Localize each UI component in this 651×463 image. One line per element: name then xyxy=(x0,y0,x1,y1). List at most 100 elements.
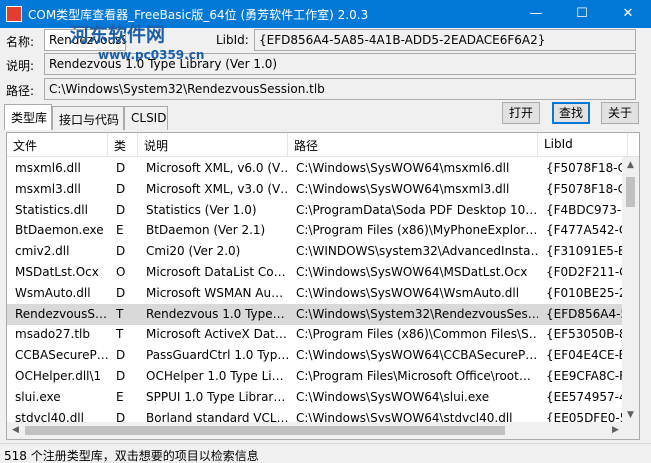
cell-file: cmiv2.dll xyxy=(15,244,70,259)
cell-path: C:\Windows\System32\RendezvousSes… xyxy=(296,306,538,321)
window-title: COM类型库查看器_FreeBasic版_64位 (勇芳软件工作室) 2.0.3 xyxy=(28,8,369,22)
cell-path: C:\Windows\SysWOW64\WsmAuto.dll xyxy=(296,285,520,300)
cell-file: RendezvousS… xyxy=(15,306,108,321)
cell-description: BtDaemon (Ver 2.1) xyxy=(146,223,266,238)
cell-class: T xyxy=(116,327,124,342)
tab-interfaces-code[interactable]: 接口与代码 xyxy=(52,106,124,130)
table-row[interactable]: msxml3.dll D Microsoft XML, v3.0 (V… C:\Win… xyxy=(7,179,628,200)
table-row[interactable]: MSDatLst.Ocx O Microsoft DataList Co… C:\Wi… xyxy=(7,262,628,283)
maximize-button[interactable]: ☐ xyxy=(559,0,605,28)
status-bar: 518 个注册类型库，双击想要的项目以检索信息 xyxy=(0,443,651,463)
cell-libid: {F010BE25-29… xyxy=(546,285,628,300)
table-row[interactable]: WsmAuto.dll D Microsoft WSMAN Au… C:\Window… xyxy=(7,283,628,304)
cell-path: C:\WINDOWS\system32\AdvancedInsta… xyxy=(296,244,538,259)
cell-description: PassGuardCtrl 1.0 Typ… xyxy=(146,348,288,363)
cell-file: msado27.tlb xyxy=(15,327,90,342)
table-row[interactable]: msxml6.dll D Microsoft XML, v6.0 (V… C:\Win… xyxy=(7,158,628,179)
cell-class: T xyxy=(116,306,124,321)
cell-libid: {F477A542-C… xyxy=(546,223,628,238)
scroll-left-icon[interactable]: ◀ xyxy=(7,422,24,439)
horizontal-scroll-thumb[interactable] xyxy=(25,426,505,435)
scroll-up-icon[interactable]: ▲ xyxy=(622,157,639,174)
name-field[interactable]: RendezvousSe xyxy=(44,29,126,51)
cell-class: E xyxy=(116,389,124,404)
libid-label: LibId: xyxy=(216,33,249,47)
path-label: 路径: xyxy=(6,84,35,98)
cell-libid: {F5078F18-C5… xyxy=(546,161,628,175)
description-label: 说明: xyxy=(6,59,35,73)
cell-description: Rendezvous 1.0 Type… xyxy=(146,306,285,321)
list-header: 文件 类 说明 路径 LibId xyxy=(7,133,639,157)
cell-libid: {F5078F18-C5… xyxy=(546,181,628,196)
path-field[interactable]: C:\Windows\System32\RendezvousSession.tl… xyxy=(44,78,636,100)
cell-file: BtDaemon.exe xyxy=(15,223,104,238)
cell-class: D xyxy=(116,285,126,300)
table-row[interactable]: BtDaemon.exe E BtDaemon (Ver 2.1) C:\Progra… xyxy=(7,220,628,241)
cell-description: Statistics (Ver 1.0) xyxy=(146,202,257,217)
cell-class: D xyxy=(116,161,126,175)
cell-description: Microsoft DataList Co… xyxy=(146,265,286,279)
cell-path: C:\Windows\SysWOW64\slui.exe xyxy=(296,389,490,404)
cell-class: O xyxy=(116,265,126,279)
table-row[interactable]: OCHelper.dll\1 D OCHelper 1.0 Type Li… C:\P… xyxy=(7,366,628,387)
minimize-button[interactable]: — xyxy=(513,0,559,28)
table-row[interactable]: CCBASecureP… D PassGuardCtrl 1.0 Typ… C:\Wi… xyxy=(7,345,628,366)
table-row[interactable]: slui.exe E SPPUI 1.0 Type Librar… C:\Window… xyxy=(7,387,628,408)
cell-file: Statistics.dll xyxy=(15,202,88,217)
vertical-scroll-thumb[interactable] xyxy=(626,177,635,207)
title-bar: COM类型库查看器_FreeBasic版_64位 (勇芳软件工作室) 2.0.3… xyxy=(0,0,651,28)
cell-description: Microsoft WSMAN Au… xyxy=(146,285,284,300)
vertical-scrollbar[interactable]: ▲ ▼ xyxy=(622,157,639,424)
cell-path: C:\Windows\SysWOW64\msxml6.dll xyxy=(296,161,510,175)
table-row[interactable]: Statistics.dll D Statistics (Ver 1.0) C:\Pr… xyxy=(7,200,628,221)
cell-class: D xyxy=(116,348,126,363)
column-header-class[interactable]: 类 xyxy=(108,133,138,157)
cell-file: OCHelper.dll\1 xyxy=(15,369,102,383)
cell-file: CCBASecureP… xyxy=(15,348,108,363)
cell-libid: {F31091E5-B0… xyxy=(546,244,628,259)
libid-field[interactable]: {EFD856A4-5A85-4A1B-ADD5-2EADACE6F6A2} xyxy=(254,29,636,51)
cell-class: D xyxy=(116,244,126,259)
cell-path: C:\Program Files (x86)\MyPhoneExplor… xyxy=(296,223,538,238)
about-button[interactable]: 关于 xyxy=(601,102,639,124)
cell-path: C:\Windows\SysWOW64\CCBASecureP… xyxy=(296,348,538,363)
column-header-file[interactable]: 文件 xyxy=(7,133,108,157)
cell-file: msxml6.dll xyxy=(15,161,81,175)
description-field[interactable]: Rendezvous 1.0 Type Library (Ver 1.0) xyxy=(44,53,636,75)
find-button[interactable]: 查找 xyxy=(552,102,590,124)
horizontal-scrollbar[interactable]: ◀ ▶ xyxy=(7,422,624,439)
cell-file: MSDatLst.Ocx xyxy=(15,265,99,279)
cell-class: E xyxy=(116,223,124,238)
cell-description: Microsoft ActiveX Dat… xyxy=(146,327,287,342)
cell-file: msxml3.dll xyxy=(15,181,81,196)
cell-libid: {EFD856A4-5… xyxy=(546,306,628,321)
column-header-description[interactable]: 说明 xyxy=(138,133,288,157)
table-row[interactable]: msado27.tlb T Microsoft ActiveX Dat… C:\Pro… xyxy=(7,324,628,345)
type-library-list[interactable]: 文件 类 说明 路径 LibId msxml6.dll D Microsoft XM… xyxy=(6,132,640,440)
cell-file: slui.exe xyxy=(15,389,61,404)
tab-clsid[interactable]: CLSID xyxy=(124,106,168,130)
scroll-corner xyxy=(622,422,639,439)
cell-class: D xyxy=(116,202,126,217)
cell-libid: {F0D2F211-C… xyxy=(546,265,628,279)
column-header-path[interactable]: 路径 xyxy=(288,133,538,157)
cell-path: C:\Windows\SysWOW64\msxml3.dll xyxy=(296,181,510,196)
cell-libid: {EE9CFA8C-F… xyxy=(546,369,628,383)
cell-path: C:\Windows\SysWOW64\MSDatLst.Ocx xyxy=(296,265,528,279)
table-row[interactable]: cmiv2.dll D Cmi20 (Ver 2.0) C:\WINDOWS\syst… xyxy=(7,241,628,262)
cell-path: C:\Program Files\Microsoft Office\root… xyxy=(296,369,531,383)
cell-class: D xyxy=(116,369,126,383)
cell-path: C:\Program Files (x86)\Common Files\S… xyxy=(296,327,538,342)
cell-libid: {F4BDC973-C… xyxy=(546,202,628,217)
tab-type-library[interactable]: 类型库 xyxy=(4,104,52,130)
column-header-libid[interactable]: LibId xyxy=(538,133,628,157)
cell-file: WsmAuto.dll xyxy=(15,285,91,300)
name-label: 名称: xyxy=(6,35,35,49)
cell-description: SPPUI 1.0 Type Librar… xyxy=(146,389,286,404)
table-row[interactable]: RendezvousS… T Rendezvous 1.0 Type… C:\Wind… xyxy=(7,303,628,325)
close-button[interactable]: ✕ xyxy=(605,0,651,28)
cell-libid: {EE574957-40… xyxy=(546,389,628,404)
open-button[interactable]: 打开 xyxy=(502,102,540,124)
cell-description: Microsoft XML, v3.0 (V… xyxy=(146,181,288,196)
cell-class: D xyxy=(116,181,126,196)
